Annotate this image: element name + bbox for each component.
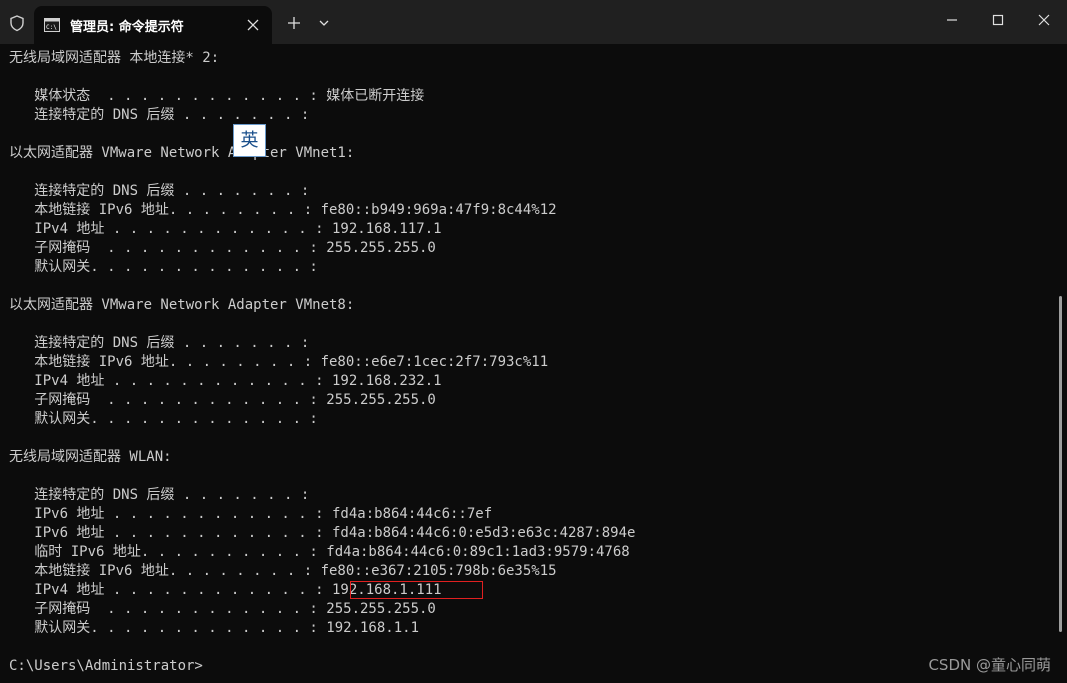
console-line: 连接特定的 DNS 后缀 . . . . . . . :: [9, 487, 310, 503]
title-bar: C:\ 管理员: 命令提示符: [0, 0, 1067, 44]
console-line: 本地链接 IPv6 地址. . . . . . . . : fe80::b949…: [9, 202, 557, 218]
tab-close-icon[interactable]: [244, 16, 262, 34]
scrollbar[interactable]: [1059, 296, 1062, 632]
minimize-button[interactable]: [929, 0, 975, 40]
console-line: 子网掩码 . . . . . . . . . . . . : 255.255.2…: [9, 240, 436, 256]
console-line: 无线局域网适配器 WLAN:: [9, 449, 172, 465]
console-line: 连接特定的 DNS 后缀 . . . . . . . :: [9, 335, 310, 351]
console-line: 子网掩码 . . . . . . . . . . . . : 255.255.2…: [9, 601, 436, 617]
console-line: 本地链接 IPv6 地址. . . . . . . . : fe80::e367…: [9, 563, 557, 579]
console-line: 本地链接 IPv6 地址. . . . . . . . : fe80::e6e7…: [9, 354, 549, 370]
console-line: IPv4 地址 . . . . . . . . . . . . : 192.16…: [9, 221, 442, 237]
console-line: 无线局域网适配器 本地连接* 2:: [9, 50, 220, 66]
terminal-icon: C:\: [44, 17, 60, 32]
console-line: 连接特定的 DNS 后缀 . . . . . . . :: [9, 107, 310, 123]
console-line: IPv6 地址 . . . . . . . . . . . . : fd4a:b…: [9, 506, 493, 522]
console-line: 连接特定的 DNS 后缀 . . . . . . . :: [9, 183, 310, 199]
ime-indicator: 英: [233, 124, 266, 157]
console-output[interactable]: 无线局域网适配器 本地连接* 2: 媒体状态 . . . . . . . . .…: [0, 44, 1055, 683]
console-line: IPv6 地址 . . . . . . . . . . . . : fd4a:b…: [9, 525, 636, 541]
minimize-icon: [947, 19, 957, 21]
new-tab-icon[interactable]: [284, 14, 304, 32]
ipv4-highlight-box: [350, 581, 483, 599]
console-line: 临时 IPv6 地址. . . . . . . . . . : fd4a:b86…: [9, 544, 630, 560]
shield-icon: [8, 14, 26, 32]
maximize-button[interactable]: [975, 0, 1021, 40]
svg-text:C:\: C:\: [46, 24, 57, 31]
console-line: IPv4 地址 . . . . . . . . . . . . : 192.16…: [9, 373, 442, 389]
console-line: 默认网关. . . . . . . . . . . . . :: [9, 259, 318, 275]
command-prompt-line[interactable]: C:\Users\Administrator>: [9, 657, 203, 676]
watermark: CSDN @童心同萌: [928, 656, 1051, 674]
console-line: 默认网关. . . . . . . . . . . . . : 192.168.…: [9, 620, 420, 636]
console-line: 以太网适配器 VMware Network Adapter VMnet8:: [9, 297, 355, 313]
console-line: 默认网关. . . . . . . . . . . . . :: [9, 411, 318, 427]
console-line: 以太网适配器 VMware Network Adapter VMnet1:: [9, 145, 355, 161]
close-icon: [1038, 14, 1050, 26]
console-line: 媒体状态 . . . . . . . . . . . . : 媒体已断开连接: [9, 88, 425, 104]
console-line: 子网掩码 . . . . . . . . . . . . : 255.255.2…: [9, 392, 436, 408]
close-button[interactable]: [1021, 0, 1067, 40]
tab-command-prompt[interactable]: C:\ 管理员: 命令提示符: [34, 6, 272, 44]
maximize-icon: [992, 14, 1004, 26]
tab-title: 管理员: 命令提示符: [70, 20, 184, 35]
chevron-down-icon[interactable]: [314, 14, 334, 32]
